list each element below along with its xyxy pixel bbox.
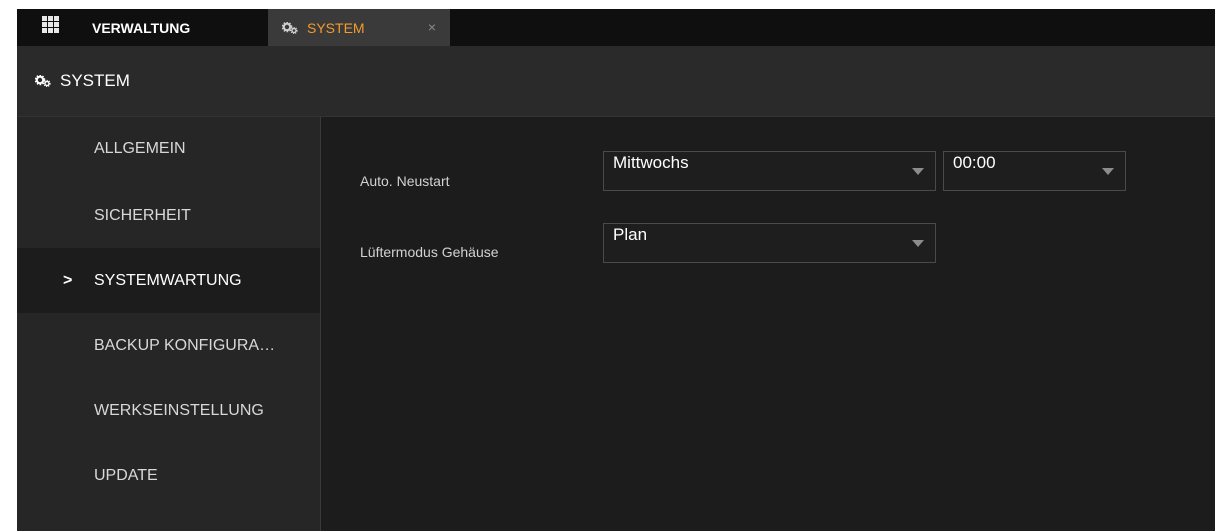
gears-icon bbox=[35, 75, 51, 87]
sidebar-item-label: UPDATE bbox=[94, 467, 158, 484]
grid-icon bbox=[41, 16, 59, 33]
auto-restart-time-select[interactable]: 00:00 bbox=[943, 151, 1126, 191]
sidebar-item-allgemein[interactable]: ALLGEMEIN bbox=[17, 117, 320, 182]
chevron-right-icon: > bbox=[63, 272, 73, 289]
auto-restart-label: Auto. Neustart bbox=[360, 173, 450, 189]
auto-restart-time-value: 00:00 bbox=[953, 153, 996, 172]
auto-restart-day-value: Mittwochs bbox=[613, 153, 689, 172]
sidebar-item-label: SYSTEMWARTUNG bbox=[94, 272, 242, 289]
sidebar-item-werkseinstellung[interactable]: WERKSEINSTELLUNG bbox=[17, 379, 320, 444]
tab-bar: VERWALTUNG SYSTEM × bbox=[17, 9, 1215, 46]
auto-restart-day-select[interactable]: Mittwochs bbox=[603, 151, 936, 191]
chevron-down-icon bbox=[912, 168, 924, 175]
tab-system-label: SYSTEM bbox=[307, 19, 365, 36]
sidebar-item-label: WERKSEINSTELLUNG bbox=[94, 402, 264, 419]
sidebar-item-systemwartung[interactable]: > SYSTEMWARTUNG bbox=[17, 248, 320, 313]
sidebar-item-backup[interactable]: BACKUP KONFIGURA… bbox=[17, 313, 320, 378]
close-icon[interactable]: × bbox=[428, 19, 436, 35]
gears-icon bbox=[282, 21, 298, 34]
sidebar-item-sicherheit[interactable]: SICHERHEIT bbox=[17, 183, 320, 248]
tab-verwaltung-label: VERWALTUNG bbox=[92, 19, 191, 36]
chevron-down-icon bbox=[1102, 168, 1114, 175]
app-window: VERWALTUNG SYSTEM × SYSTEM ALLGEMEIN SIC… bbox=[17, 9, 1215, 531]
sidebar-item-label: SICHERHEIT bbox=[94, 207, 191, 224]
tab-system[interactable]: SYSTEM × bbox=[268, 9, 450, 46]
page-header: SYSTEM bbox=[17, 46, 1215, 117]
fan-mode-select[interactable]: Plan bbox=[603, 223, 936, 263]
main-menu-button[interactable] bbox=[17, 9, 71, 46]
chevron-down-icon bbox=[912, 240, 924, 247]
page-title: SYSTEM bbox=[60, 71, 130, 90]
tab-verwaltung[interactable]: VERWALTUNG bbox=[72, 9, 268, 46]
fan-mode-label: Lüftermodus Gehäuse bbox=[360, 244, 499, 260]
settings-panel: Auto. Neustart Mittwochs 00:00 Lüftermod… bbox=[321, 117, 1215, 531]
sidebar-item-update[interactable]: UPDATE bbox=[17, 444, 320, 509]
sidebar-item-label: ALLGEMEIN bbox=[94, 140, 186, 157]
fan-mode-value: Plan bbox=[613, 225, 648, 244]
sidebar-item-label: BACKUP KONFIGURA… bbox=[94, 337, 276, 354]
sidebar: ALLGEMEIN SICHERHEIT > SYSTEMWARTUNG BAC… bbox=[17, 117, 321, 531]
